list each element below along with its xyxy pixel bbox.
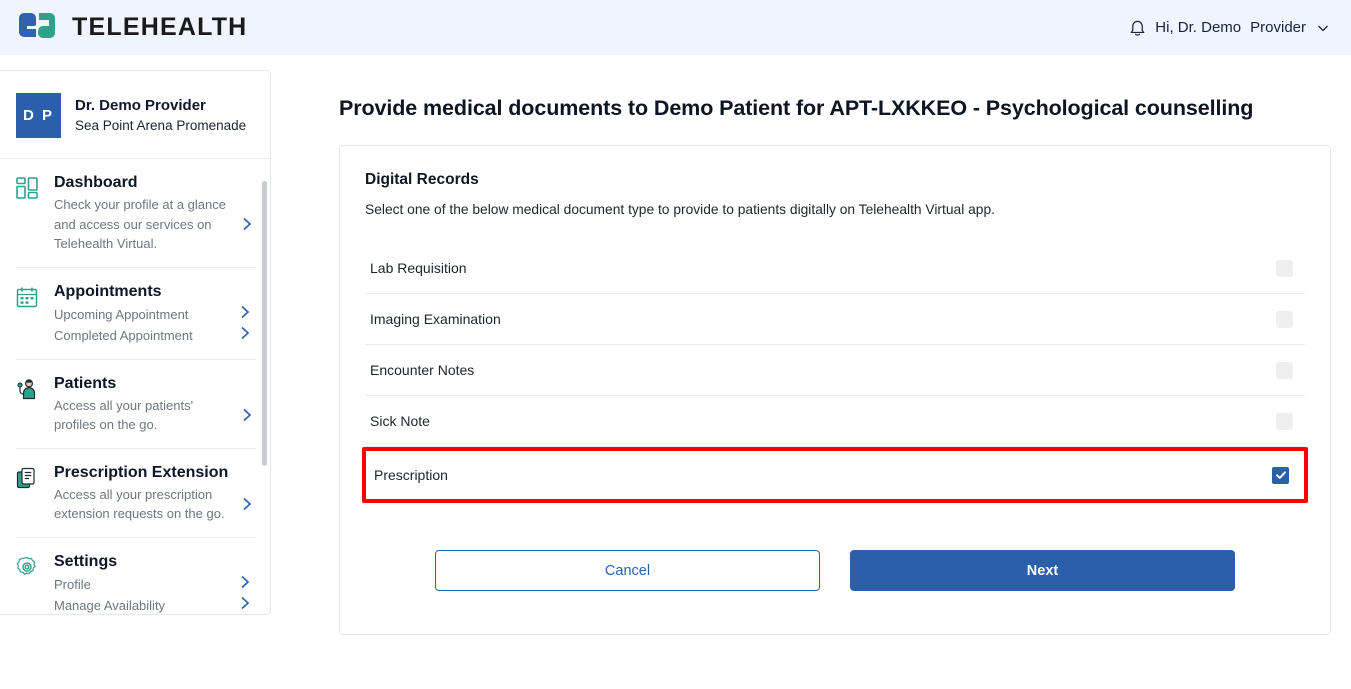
- sidebar-nav: Dashboard Check your profile at a glance…: [0, 159, 270, 614]
- sidebar-sublink-profile[interactable]: Profile: [54, 574, 256, 595]
- chevron-right-icon[interactable]: [240, 574, 250, 595]
- sidebar-item-description: Access all your patients' profiles on th…: [54, 397, 194, 433]
- chevron-right-icon[interactable]: [236, 408, 256, 422]
- document-option-checkbox[interactable]: [1276, 259, 1293, 277]
- profile-text: Dr. Demo Provider Sea Point Arena Promen…: [75, 96, 246, 134]
- main-content: Provide medical documents to Demo Patien…: [271, 70, 1351, 689]
- sidebar-item-desc-row: Access all your prescription extension r…: [54, 485, 256, 524]
- chevron-right-icon[interactable]: [240, 325, 250, 346]
- app-header: TELEHEALTH Hi, Dr. Demo Provider: [0, 0, 1351, 55]
- document-option-sick-note[interactable]: Sick Note: [365, 396, 1305, 447]
- sidebar-item-body: Patients Access all your patients' profi…: [54, 375, 256, 435]
- sidebar-item-title: Settings: [54, 552, 118, 570]
- sidebar-item-body: Appointments Upcoming Appointment Comple…: [54, 283, 256, 346]
- brand[interactable]: TELEHEALTH: [0, 12, 247, 44]
- header-user-area: Hi, Dr. Demo Provider: [1129, 18, 1351, 38]
- document-option-label: Imaging Examination: [370, 311, 501, 327]
- sidebar-profile[interactable]: D P Dr. Demo Provider Sea Point Arena Pr…: [0, 71, 270, 159]
- sidebar-item-desc-row: Check your profile at a glance and acces…: [54, 195, 256, 254]
- card-title: Digital Records: [365, 171, 479, 188]
- document-option-lab-requisition[interactable]: Lab Requisition: [365, 243, 1305, 294]
- sidebar-item-title: Patients: [54, 374, 117, 392]
- digital-records-card: Digital Records Select one of the below …: [339, 145, 1331, 635]
- sidebar-item-title: Dashboard: [54, 174, 138, 191]
- calendar-icon: [16, 283, 42, 346]
- chevron-right-icon[interactable]: [236, 217, 256, 231]
- document-type-list: Lab Requisition Imaging Examination Enco…: [362, 243, 1308, 503]
- document-option-prescription[interactable]: Prescription: [362, 447, 1308, 503]
- card-subtitle: Select one of the below medical document…: [365, 202, 995, 217]
- document-option-checkbox[interactable]: [1276, 310, 1293, 328]
- prescription-document-icon: [16, 464, 42, 524]
- next-button[interactable]: Next: [850, 550, 1235, 591]
- gear-icon: [16, 553, 42, 614]
- sidebar-item-appointments[interactable]: Appointments Upcoming Appointment Comple…: [16, 268, 256, 360]
- document-option-label: Lab Requisition: [370, 260, 467, 276]
- sidebar-sublink-manage-availability[interactable]: Manage Availability: [54, 595, 256, 614]
- sidebar-sublink-label: Upcoming Appointment: [54, 306, 189, 322]
- notification-bell-icon[interactable]: [1129, 18, 1146, 38]
- document-option-label: Encounter Notes: [370, 362, 475, 378]
- sidebar-item-patients[interactable]: Patients Access all your patients' profi…: [16, 360, 256, 449]
- patients-icon: [16, 375, 42, 435]
- document-option-label: Prescription: [374, 467, 448, 483]
- sidebar-sublink-label: Completed Appointment: [54, 327, 193, 343]
- document-option-label: Sick Note: [370, 413, 430, 429]
- sidebar-sublink-upcoming-appointment[interactable]: Upcoming Appointment: [54, 304, 256, 325]
- page-title: Provide medical documents to Demo Patien…: [339, 96, 1254, 120]
- document-option-checkbox-checked[interactable]: [1272, 466, 1289, 484]
- sidebar-item-body: Prescription Extension Access all your p…: [54, 464, 256, 524]
- profile-name: Dr. Demo Provider: [75, 97, 206, 115]
- sidebar-item-desc-row: Access all your patients' profiles on th…: [54, 396, 256, 435]
- chevron-right-icon[interactable]: [240, 595, 250, 614]
- sidebar-item-body: Settings Profile Manage Availability: [54, 553, 256, 614]
- sidebar-item-description: Access all your prescription extension r…: [54, 486, 225, 522]
- sidebar: D P Dr. Demo Provider Sea Point Arena Pr…: [0, 70, 271, 615]
- sidebar-sublink-label: Manage Availability: [54, 597, 166, 613]
- cancel-button[interactable]: Cancel: [435, 550, 820, 591]
- sidebar-scrollbar[interactable]: [262, 181, 267, 466]
- brand-name: TELEHEALTH: [72, 13, 248, 41]
- user-greeting: Hi, Dr. Demo: [1155, 19, 1242, 36]
- dashboard-grid-icon: [16, 174, 42, 254]
- document-option-imaging-examination[interactable]: Imaging Examination: [365, 294, 1305, 345]
- card-actions: Cancel Next: [340, 550, 1330, 591]
- sidebar-item-description: Check your profile at a glance and acces…: [54, 197, 226, 251]
- sidebar-item-settings[interactable]: Settings Profile Manage Availability: [16, 538, 256, 614]
- sidebar-item-title: Prescription Extension: [54, 463, 229, 481]
- sidebar-sublink-completed-appointment[interactable]: Completed Appointment: [54, 325, 256, 346]
- chevron-right-icon[interactable]: [240, 304, 250, 325]
- profile-address: Sea Point Arena Promenade: [75, 117, 247, 133]
- user-role: Provider: [1250, 19, 1306, 36]
- document-option-encounter-notes[interactable]: Encounter Notes: [365, 345, 1305, 396]
- avatar: D P: [16, 93, 61, 138]
- sidebar-item-title: Appointments: [54, 282, 162, 300]
- sidebar-item-body: Dashboard Check your profile at a glance…: [54, 174, 256, 254]
- sidebar-item-dashboard[interactable]: Dashboard Check your profile at a glance…: [16, 159, 256, 268]
- sidebar-item-prescription-extension[interactable]: Prescription Extension Access all your p…: [16, 449, 256, 538]
- chevron-down-icon[interactable]: [1315, 20, 1331, 36]
- telehealth-logo-icon: [16, 12, 58, 44]
- document-option-checkbox[interactable]: [1276, 361, 1293, 379]
- document-option-checkbox[interactable]: [1276, 412, 1293, 430]
- sidebar-sublink-label: Profile: [54, 576, 91, 592]
- chevron-right-icon[interactable]: [236, 497, 256, 511]
